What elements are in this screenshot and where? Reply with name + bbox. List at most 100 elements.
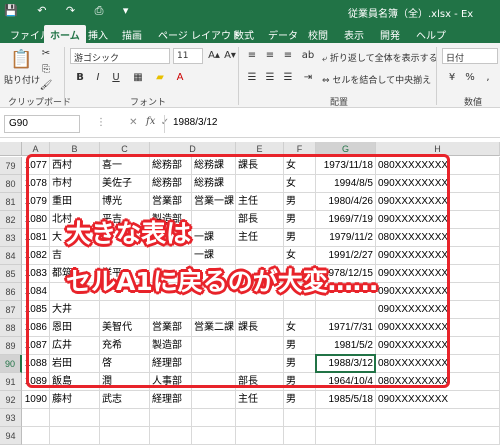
- row-header[interactable]: 83: [0, 229, 22, 247]
- row-header[interactable]: 89: [0, 337, 22, 355]
- wrap-text-button[interactable]: ⤶ 折り返して全体を表示する: [322, 51, 438, 64]
- column-header-d[interactable]: D: [150, 142, 236, 156]
- cell[interactable]: 090XXXXXXXX: [376, 265, 500, 283]
- cell[interactable]: 製造部: [150, 337, 192, 355]
- align-left-icon[interactable]: ☰: [244, 71, 260, 85]
- orientation-icon[interactable]: ab: [300, 49, 316, 63]
- name-box[interactable]: G90: [4, 115, 80, 133]
- cell[interactable]: [22, 427, 50, 445]
- font-shrink-icon[interactable]: A▾: [222, 49, 238, 63]
- cell[interactable]: 090XXXXXXXX: [376, 301, 500, 319]
- format-painter-icon[interactable]: 🖌: [38, 79, 54, 93]
- cell[interactable]: 1086: [22, 319, 50, 337]
- row-header[interactable]: 80: [0, 175, 22, 193]
- cell[interactable]: 美佐子: [100, 175, 150, 193]
- cell[interactable]: 主任: [236, 193, 284, 211]
- cell[interactable]: 080XXXXXXXX: [376, 157, 500, 175]
- cell[interactable]: 総務課: [192, 157, 236, 175]
- cell[interactable]: 090XXXXXXXX: [376, 337, 500, 355]
- cell[interactable]: 岩田: [50, 355, 100, 373]
- cell[interactable]: 090XXXXXXXX: [376, 391, 500, 409]
- cell[interactable]: 啓: [100, 355, 150, 373]
- cell[interactable]: [22, 409, 50, 427]
- tab-home[interactable]: ホーム: [44, 25, 86, 43]
- cell[interactable]: [192, 391, 236, 409]
- tab-formulas[interactable]: 数式: [228, 25, 260, 43]
- cell[interactable]: 1980/4/26: [316, 193, 376, 211]
- row-header[interactable]: 85: [0, 265, 22, 283]
- tab-help[interactable]: ヘルプ: [410, 25, 452, 43]
- cell[interactable]: [376, 427, 500, 445]
- row-header[interactable]: 91: [0, 373, 22, 391]
- cell[interactable]: 飯島: [50, 373, 100, 391]
- align-center-icon[interactable]: ☰: [262, 71, 278, 85]
- cell[interactable]: 総務部: [150, 157, 192, 175]
- font-size-select[interactable]: 11: [173, 48, 203, 64]
- align-bottom-icon[interactable]: ≡: [280, 49, 296, 63]
- cell[interactable]: [236, 301, 284, 319]
- column-header-a[interactable]: A: [22, 142, 50, 156]
- cell[interactable]: 1988/3/12: [316, 355, 376, 373]
- cell[interactable]: 課長: [236, 157, 284, 175]
- cell[interactable]: [316, 301, 376, 319]
- column-header-f[interactable]: F: [284, 142, 316, 156]
- cell[interactable]: 1077: [22, 157, 50, 175]
- cell[interactable]: 1973/11/18: [316, 157, 376, 175]
- row-header[interactable]: 93: [0, 409, 22, 427]
- cell[interactable]: [150, 301, 192, 319]
- cell[interactable]: 090XXXXXXXX: [376, 175, 500, 193]
- cell[interactable]: 090XXXXXXXX: [376, 247, 500, 265]
- cell[interactable]: 1083: [22, 265, 50, 283]
- cell[interactable]: 男: [284, 355, 316, 373]
- cell[interactable]: [192, 373, 236, 391]
- cell[interactable]: 主任: [236, 391, 284, 409]
- cell[interactable]: 1087: [22, 337, 50, 355]
- cell[interactable]: [192, 337, 236, 355]
- cell[interactable]: 人事部: [150, 373, 192, 391]
- row-header[interactable]: 84: [0, 247, 22, 265]
- number-format-select[interactable]: 日付: [442, 48, 498, 64]
- cell[interactable]: 080XXXXXXXX: [376, 229, 500, 247]
- cell[interactable]: [192, 301, 236, 319]
- copy-icon[interactable]: ⎘: [38, 63, 54, 77]
- indent-icon[interactable]: ⇥: [300, 71, 316, 85]
- cell[interactable]: 1089: [22, 373, 50, 391]
- align-middle-icon[interactable]: ≡: [262, 49, 278, 63]
- cell[interactable]: [376, 409, 500, 427]
- cell[interactable]: [100, 427, 150, 445]
- cell[interactable]: [316, 427, 376, 445]
- cell[interactable]: 部長: [236, 211, 284, 229]
- row-header[interactable]: 79: [0, 157, 22, 175]
- currency-icon[interactable]: ¥: [444, 71, 460, 85]
- cell[interactable]: 市村: [50, 175, 100, 193]
- cell[interactable]: [236, 427, 284, 445]
- cell[interactable]: 喜一: [100, 157, 150, 175]
- cell[interactable]: 1080: [22, 211, 50, 229]
- cell[interactable]: 1081: [22, 229, 50, 247]
- cell[interactable]: 恩田: [50, 319, 100, 337]
- comma-style-icon[interactable]: ,: [480, 71, 496, 85]
- cell[interactable]: 1079: [22, 193, 50, 211]
- align-right-icon[interactable]: ☰: [280, 71, 296, 85]
- paste-label[interactable]: 貼り付け: [4, 73, 40, 86]
- cell[interactable]: 課長: [236, 319, 284, 337]
- cell[interactable]: 090XXXXXXXX: [376, 283, 500, 301]
- tab-view[interactable]: 表示: [338, 25, 370, 43]
- cut-icon[interactable]: ✂: [38, 47, 54, 61]
- row-header[interactable]: 94: [0, 427, 22, 445]
- cell[interactable]: 090XXXXXXXX: [376, 319, 500, 337]
- tab-developer[interactable]: 開発: [374, 25, 406, 43]
- cell[interactable]: 男: [284, 337, 316, 355]
- column-header-c[interactable]: C: [100, 142, 150, 156]
- cell[interactable]: 部長: [236, 373, 284, 391]
- cell[interactable]: 男: [284, 211, 316, 229]
- cell[interactable]: 博光: [100, 193, 150, 211]
- row-header[interactable]: 87: [0, 301, 22, 319]
- cell[interactable]: [316, 409, 376, 427]
- cell[interactable]: 女: [284, 157, 316, 175]
- cell[interactable]: 090XXXXXXXX: [376, 211, 500, 229]
- cell[interactable]: 潤: [100, 373, 150, 391]
- cell[interactable]: 1985/5/18: [316, 391, 376, 409]
- cell[interactable]: [236, 355, 284, 373]
- column-header-h[interactable]: H: [376, 142, 500, 156]
